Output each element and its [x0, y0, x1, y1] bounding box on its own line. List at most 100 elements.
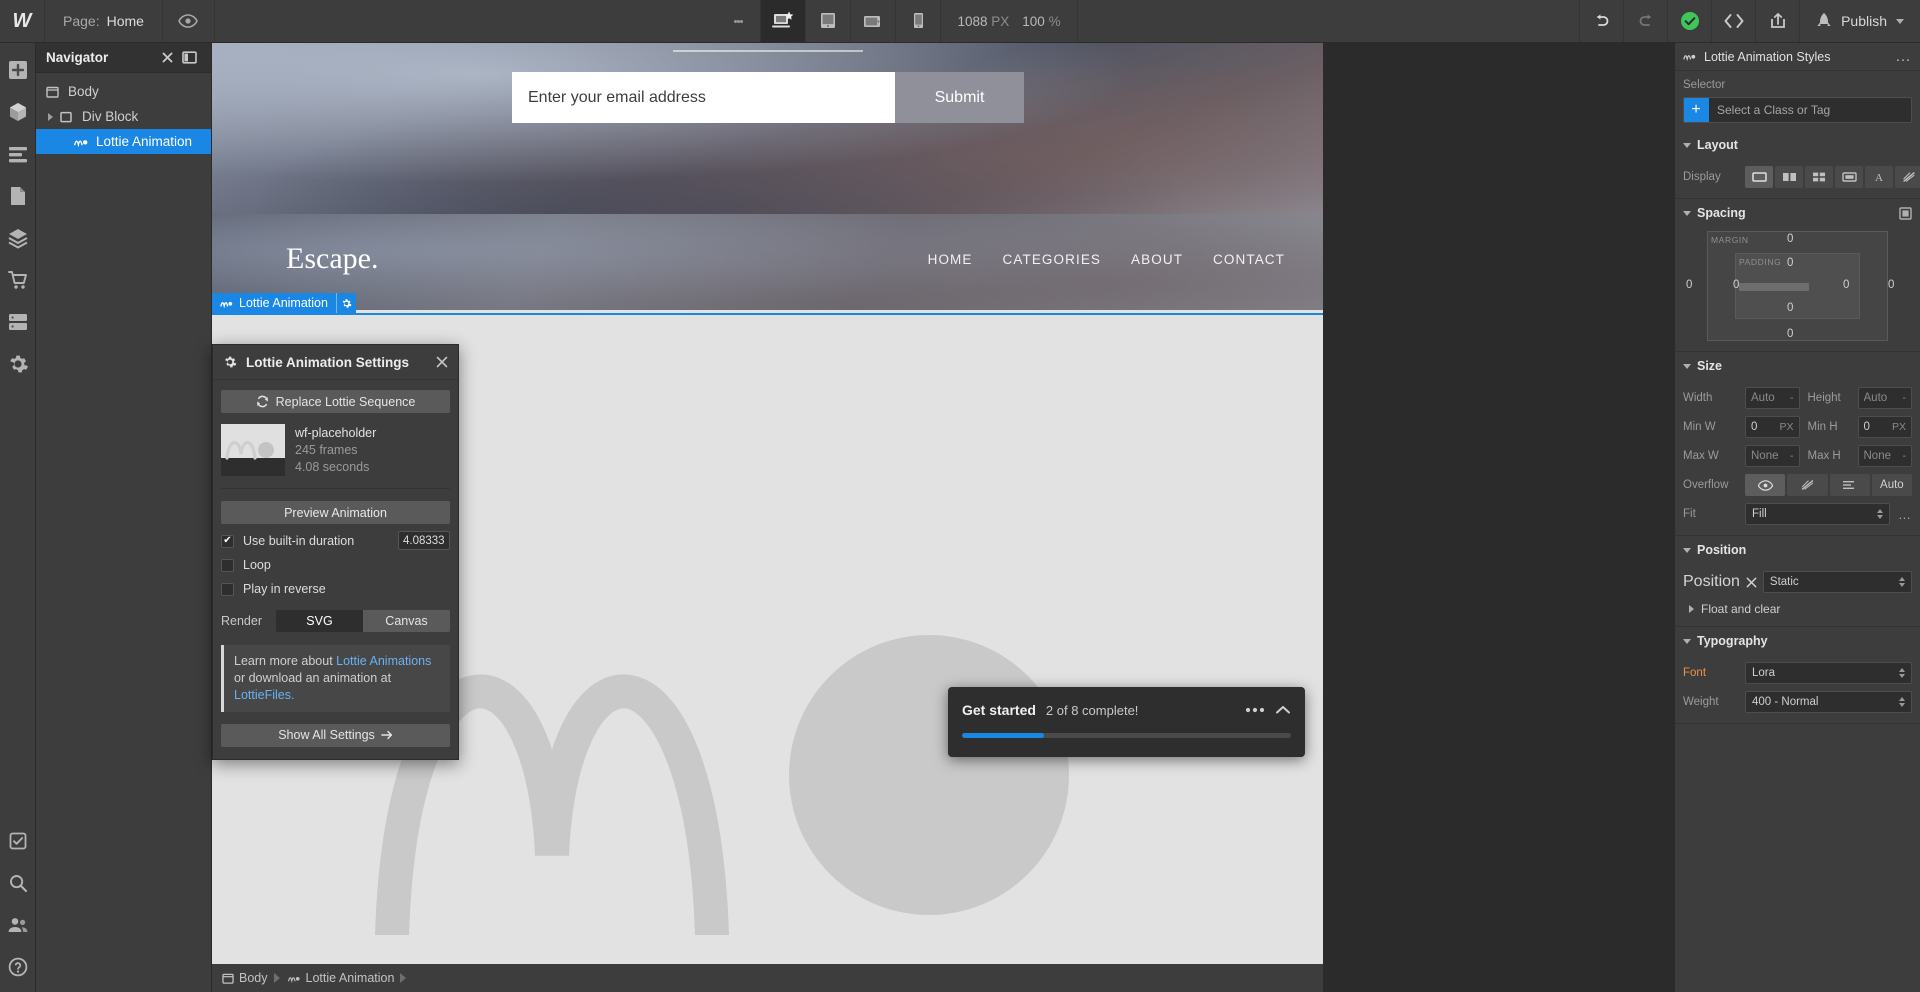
breakpoint-tablet-landscape[interactable]	[850, 0, 895, 42]
search-icon[interactable]	[0, 862, 36, 904]
navigator-item-lottie-animation[interactable]: Lottie Animation	[36, 129, 211, 154]
margin-top-value[interactable]: 0	[1787, 233, 1793, 245]
checkbox-use-builtin-duration[interactable]	[221, 534, 234, 548]
email-input[interactable]	[512, 72, 895, 123]
minh-input[interactable]	[1857, 416, 1912, 438]
collaborators-icon[interactable]	[0, 904, 36, 946]
section-spacing-header[interactable]: Spacing	[1683, 199, 1912, 227]
spacing-toggle-icon[interactable]	[1899, 206, 1912, 220]
maxh-input[interactable]	[1857, 445, 1912, 467]
checkbox-play-in-reverse[interactable]	[221, 582, 234, 596]
nav-link-about[interactable]: ABOUT	[1131, 252, 1183, 267]
preview-eye-icon[interactable]	[163, 0, 215, 42]
breadcrumb-item-body[interactable]: Body	[222, 971, 274, 985]
width-input[interactable]	[1745, 387, 1800, 409]
position-clear-icon[interactable]	[1746, 577, 1757, 588]
option-use-builtin-duration[interactable]: Use built-in duration	[221, 531, 450, 550]
breakpoint-mobile[interactable]	[895, 0, 940, 42]
option-loop[interactable]: Loop	[221, 558, 450, 572]
font-select[interactable]: Lora	[1745, 662, 1912, 684]
minw-input[interactable]	[1745, 416, 1800, 438]
margin-bottom-value[interactable]: 0	[1787, 328, 1793, 340]
save-status-icon[interactable]	[1667, 0, 1711, 42]
lottiefiles-link[interactable]: LottieFiles.	[234, 688, 294, 702]
overflow-hidden-icon[interactable]	[1787, 474, 1828, 496]
sidebar-item-add-elements[interactable]	[0, 49, 36, 91]
display-flex-icon[interactable]	[1775, 166, 1803, 188]
help-circle-icon[interactable]	[0, 946, 36, 988]
sidebar-item-settings[interactable]	[0, 343, 36, 385]
display-inline-block-icon[interactable]	[1835, 166, 1863, 188]
nav-link-home[interactable]: HOME	[928, 252, 973, 267]
panel-dock-icon[interactable]	[178, 51, 201, 64]
overflow-visible-eye-icon[interactable]	[1745, 474, 1786, 496]
show-all-settings-button[interactable]: Show All Settings	[221, 723, 450, 747]
preview-animation-button[interactable]: Preview Animation	[221, 501, 450, 524]
fit-more-icon[interactable]: …	[1898, 507, 1912, 522]
section-typography-header[interactable]: Typography	[1683, 627, 1912, 655]
code-brackets-icon[interactable]	[1711, 0, 1755, 42]
overflow-auto-button[interactable]: Auto	[1871, 474, 1912, 496]
padding-drag-handle[interactable]	[1739, 283, 1809, 291]
more-horizontal-icon[interactable]	[1245, 707, 1265, 713]
nav-link-contact[interactable]: CONTACT	[1213, 252, 1285, 267]
section-size-header[interactable]: Size	[1683, 352, 1912, 380]
display-block-icon[interactable]	[1745, 166, 1773, 188]
undo-icon[interactable]	[1579, 0, 1623, 42]
weight-select[interactable]: 400 - Normal	[1745, 691, 1912, 713]
float-and-clear-row[interactable]: Float and clear	[1683, 602, 1912, 616]
chevron-up-icon[interactable]	[1275, 705, 1291, 715]
add-class-plus-icon[interactable]: +	[1684, 98, 1709, 122]
breadcrumb-item-lottie[interactable]: Lottie Animation	[287, 971, 401, 985]
padding-right-value[interactable]: 0	[1843, 279, 1849, 291]
navigator-item-div-block[interactable]: Div Block	[36, 104, 211, 129]
webflow-logo[interactable]: W	[0, 0, 45, 42]
overflow-scroll-icon[interactable]	[1829, 474, 1870, 496]
more-vertical-icon[interactable]	[716, 0, 760, 42]
display-inline-icon[interactable]: A	[1865, 166, 1893, 188]
option-play-in-reverse[interactable]: Play in reverse	[221, 582, 450, 596]
style-panel-more-icon[interactable]: …	[1895, 48, 1912, 66]
padding-top-value[interactable]: 0	[1787, 257, 1793, 269]
margin-right-value[interactable]: 0	[1888, 279, 1894, 291]
fit-select[interactable]: Fill	[1745, 503, 1890, 525]
maxw-input[interactable]	[1745, 445, 1800, 467]
margin-left-value[interactable]: 0	[1686, 279, 1692, 291]
position-select[interactable]: Static	[1762, 571, 1912, 593]
nav-link-categories[interactable]: CATEGORIES	[1003, 252, 1102, 267]
sidebar-item-style-manager[interactable]	[0, 133, 36, 175]
height-input[interactable]	[1857, 387, 1912, 409]
breakpoint-desktop[interactable]	[760, 0, 806, 42]
display-grid-icon[interactable]	[1805, 166, 1833, 188]
section-layout-header[interactable]: Layout	[1683, 131, 1912, 159]
render-option-svg[interactable]: SVG	[276, 610, 363, 632]
share-export-icon[interactable]	[1755, 0, 1799, 42]
sidebar-item-audit[interactable]	[0, 820, 36, 862]
selector-input[interactable]: + Select a Class or Tag	[1683, 97, 1912, 123]
checkbox-loop[interactable]	[221, 558, 234, 572]
display-none-icon[interactable]	[1895, 166, 1920, 188]
lottie-animations-link[interactable]: Lottie Animations	[336, 654, 431, 668]
replace-lottie-sequence-button[interactable]: Replace Lottie Sequence	[221, 390, 450, 413]
expand-arrow-icon[interactable]	[48, 112, 60, 121]
publish-button[interactable]: Publish	[1799, 0, 1920, 42]
sidebar-item-ecommerce[interactable]	[0, 259, 36, 301]
collapse-chevron-icon[interactable]	[157, 51, 178, 64]
sidebar-item-components[interactable]	[0, 91, 36, 133]
navigator-item-body[interactable]: Body	[36, 79, 211, 104]
page-selector[interactable]: Page: Home	[45, 0, 163, 42]
sidebar-item-pages[interactable]	[0, 175, 36, 217]
navigator-item-label: Body	[68, 84, 99, 99]
submit-button[interactable]: Submit	[895, 72, 1024, 123]
close-icon[interactable]	[436, 356, 448, 368]
render-option-canvas[interactable]: Canvas	[363, 610, 450, 632]
padding-bottom-value[interactable]: 0	[1787, 302, 1793, 314]
selection-gear-icon[interactable]	[335, 293, 356, 313]
duration-input[interactable]	[398, 531, 450, 550]
breakpoint-tablet[interactable]	[805, 0, 850, 42]
sidebar-item-cms[interactable]	[0, 301, 36, 343]
section-position-header[interactable]: Position	[1683, 536, 1912, 564]
canvas-size-indicator[interactable]: 1088 PX 100 %	[940, 0, 1078, 42]
redo-icon[interactable]	[1623, 0, 1667, 42]
sidebar-item-assets[interactable]	[0, 217, 36, 259]
